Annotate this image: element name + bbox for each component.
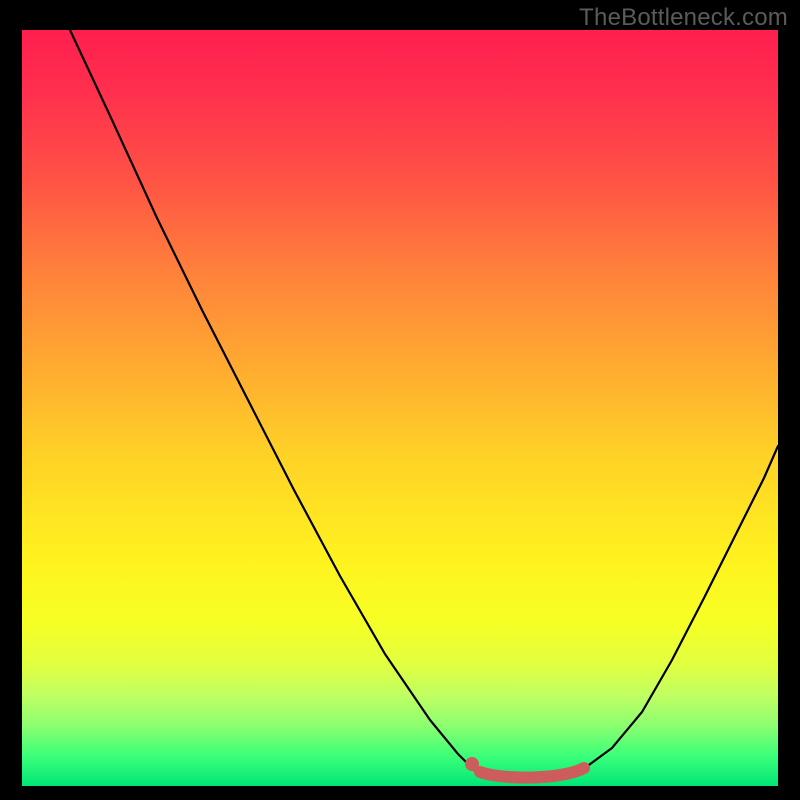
plot-area [22,30,778,786]
optimal-start-dot [465,757,479,771]
right-branch-curve [582,446,778,770]
left-branch-curve [70,30,474,770]
curve-layer [22,30,778,786]
watermark-text: TheBottleneck.com [579,4,788,32]
chart-frame: TheBottleneck.com [0,0,800,800]
optimal-zone-highlight [480,768,584,778]
